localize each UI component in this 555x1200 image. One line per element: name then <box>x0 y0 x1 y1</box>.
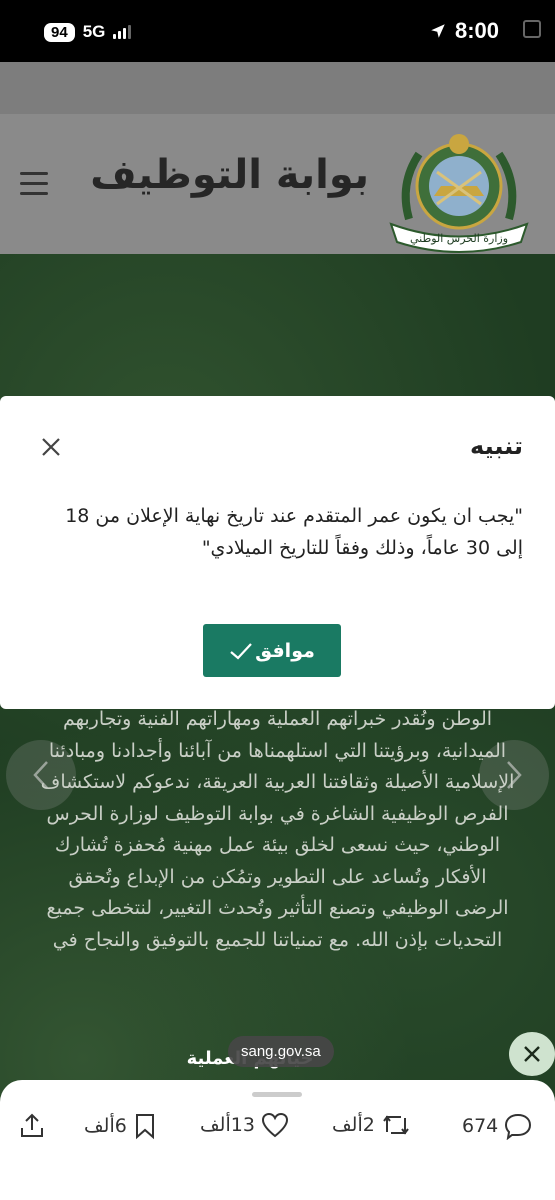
location-arrow-icon <box>431 24 445 38</box>
tab-switcher-icon[interactable] <box>523 20 541 38</box>
modal-title: تنبيه <box>470 432 523 460</box>
tweet-action-bar: 6ألف 13ألف 2ألف 674 <box>0 1080 555 1200</box>
bookmark-button[interactable]: 6ألف <box>84 1112 157 1140</box>
comment-icon <box>505 1113 532 1140</box>
network-type: 5G <box>82 22 106 41</box>
close-icon[interactable] <box>40 436 62 458</box>
alert-modal: تنبيه "يجب ان يكون عمر المتقدم عند تاريخ… <box>0 396 555 709</box>
ministry-logo: وزارة الحرس الوطني <box>389 134 529 253</box>
bookmark-icon <box>135 1114 154 1140</box>
menu-icon[interactable] <box>20 172 48 196</box>
bookmark-count: 6ألف <box>84 1115 127 1137</box>
checkmark-icon <box>230 642 252 660</box>
battery-indicator: 94 <box>44 22 75 42</box>
agree-button-label: موافق <box>255 639 315 662</box>
dismiss-button[interactable] <box>509 1032 555 1076</box>
modal-message: "يجب ان يكون عمر المتقدم عند تاريخ نهاية… <box>65 505 523 559</box>
clock: 8:00 <box>454 18 499 43</box>
svg-text:وزارة الحرس الوطني: وزارة الحرس الوطني <box>410 232 508 245</box>
like-button[interactable]: 13ألف <box>200 1112 289 1138</box>
intro-paragraph: الوطن ونُقدر خبراتهم العملية ومهاراتهم ا… <box>40 708 515 951</box>
header-top-strip <box>0 62 555 114</box>
repost-icon <box>383 1115 409 1135</box>
repost-button[interactable]: 2ألف <box>332 1112 411 1138</box>
agree-button[interactable]: موافق <box>203 624 341 677</box>
site-title: بوابة التوظيف <box>90 152 369 198</box>
signal-icon <box>113 25 132 39</box>
heart-icon <box>261 1112 288 1138</box>
url-pill[interactable]: sang.gov.sa <box>228 1036 334 1067</box>
repost-count: 2ألف <box>332 1114 375 1136</box>
share-button[interactable] <box>18 1112 46 1140</box>
site-header: وزارة الحرس الوطني بوابة التوظيف <box>0 114 555 254</box>
status-left: 94 5G <box>44 22 132 42</box>
sheet-grabber[interactable] <box>252 1092 302 1097</box>
share-icon <box>21 1113 43 1137</box>
status-bar: 94 5G 8:00 <box>0 0 555 62</box>
reply-button[interactable]: 674 <box>462 1112 532 1140</box>
status-right: 8:00 <box>429 18 499 44</box>
like-count: 13ألف <box>200 1114 255 1136</box>
reply-count: 674 <box>462 1115 499 1137</box>
close-icon <box>524 1046 540 1062</box>
